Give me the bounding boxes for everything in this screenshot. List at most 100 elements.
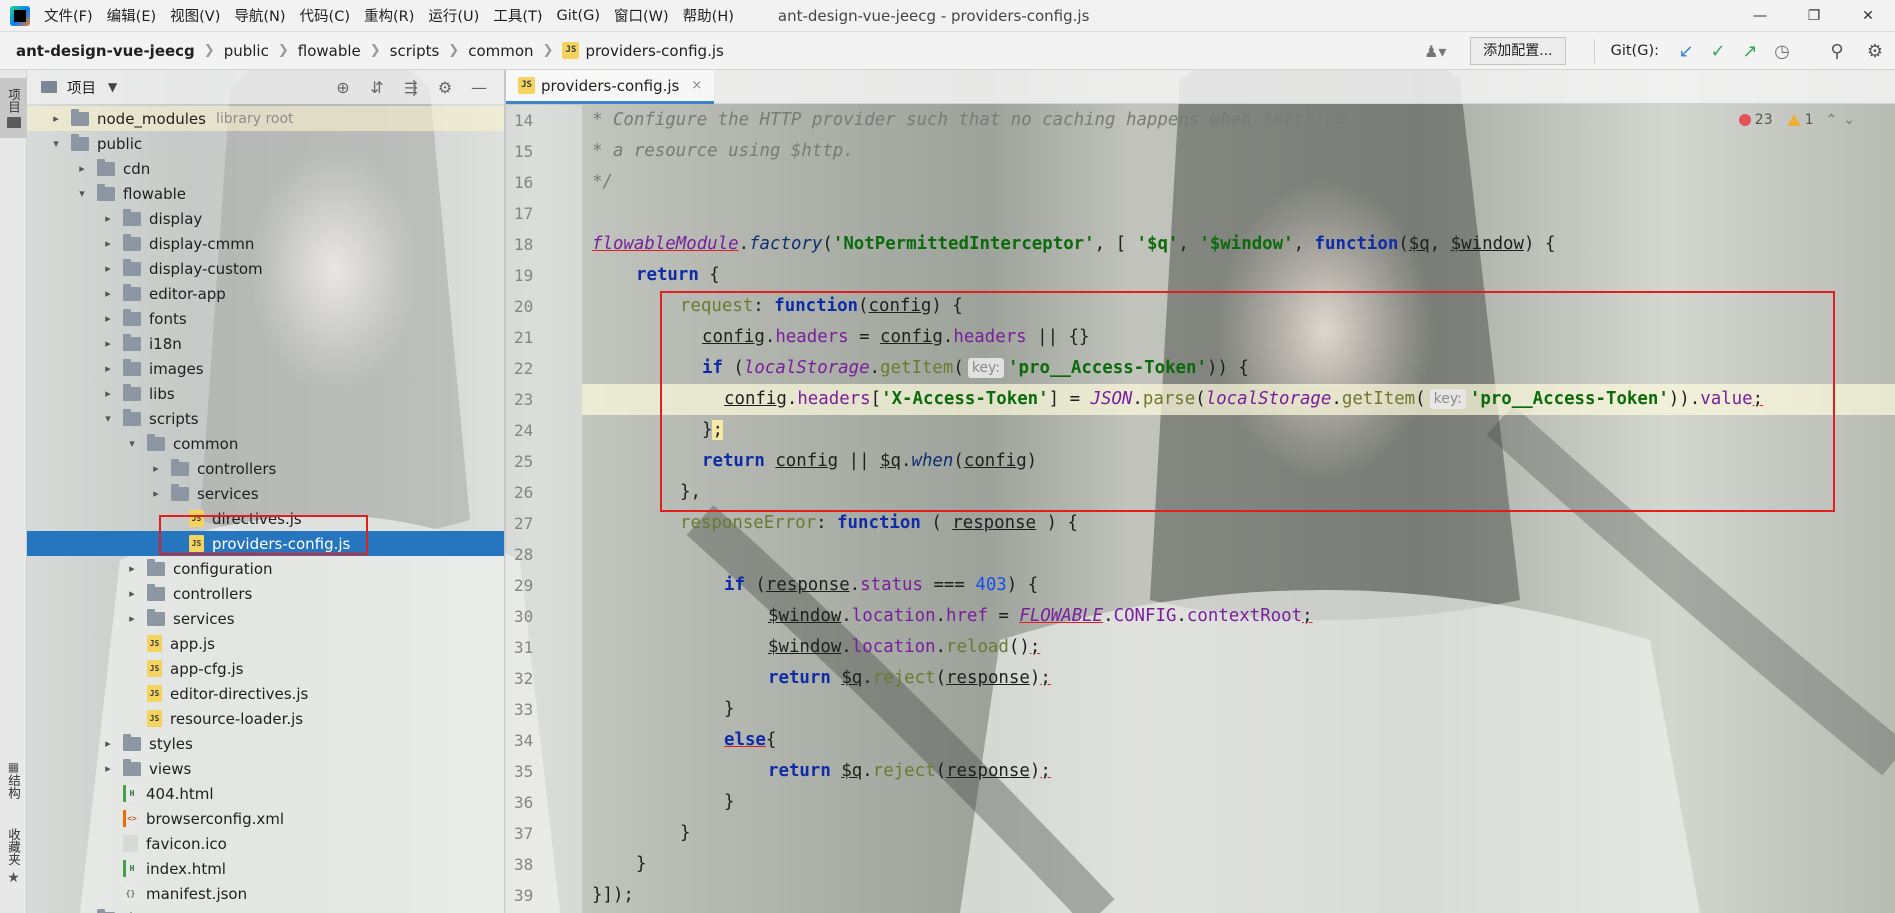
tree-item[interactable]: ▸ti...: [27, 906, 504, 913]
menu-code[interactable]: 代码(C): [300, 5, 350, 26]
tree-item[interactable]: ▸ fonts: [27, 306, 504, 331]
chevron-down-icon[interactable]: ▾: [125, 437, 139, 450]
tree-item[interactable]: ▾ scripts: [27, 406, 504, 431]
chevron-down-icon[interactable]: ⌄: [1843, 112, 1855, 128]
menu-file[interactable]: 文件(F): [44, 5, 93, 26]
breadcrumb-scripts[interactable]: scripts: [390, 42, 440, 60]
git-push-icon[interactable]: ↗: [1735, 37, 1765, 65]
tree-item[interactable]: ▸ views: [27, 756, 504, 781]
breadcrumb-file[interactable]: JS providers-config.js: [562, 42, 724, 60]
chevron-right-icon[interactable]: ▸: [49, 112, 63, 125]
expand-all-icon[interactable]: ⇵: [360, 72, 394, 102]
menu-run[interactable]: 运行(U): [428, 5, 479, 26]
inspection-widget[interactable]: 23 1 ⌃ ⌄: [1738, 112, 1855, 128]
locate-file-icon[interactable]: ⊕: [326, 72, 360, 102]
collapse-all-icon[interactable]: ⇶: [394, 72, 428, 102]
project-panel-title[interactable]: 项目: [67, 77, 96, 98]
chevron-right-icon[interactable]: ▸: [101, 362, 115, 375]
code-token: return: [702, 451, 765, 471]
restore-button[interactable]: ❐: [1787, 0, 1841, 32]
tree-item[interactable]: ▸ configuration: [27, 556, 504, 581]
tree-item[interactable]: ▸JSproviders-config.js: [27, 531, 504, 556]
code-editor[interactable]: * Configure the HTTP provider such that …: [582, 105, 1895, 913]
chevron-right-icon[interactable]: ▸: [125, 562, 139, 575]
hide-panel-icon[interactable]: —: [462, 72, 496, 102]
tree-item[interactable]: ▸favicon.ico: [27, 831, 504, 856]
tree-item[interactable]: ▸JSdirectives.js: [27, 506, 504, 531]
tree-item[interactable]: ▾ common: [27, 431, 504, 456]
chevron-right-icon[interactable]: ▸: [101, 237, 115, 250]
breadcrumb-common[interactable]: common: [468, 42, 533, 60]
menu-view[interactable]: 视图(V): [170, 5, 220, 26]
tree-item[interactable]: ▾ public: [27, 131, 504, 156]
chevron-down-icon[interactable]: ▾: [75, 187, 89, 200]
menu-window[interactable]: 窗口(W): [614, 5, 669, 26]
tree-item[interactable]: ▸ display: [27, 206, 504, 231]
tree-item[interactable]: ▾ flowable: [27, 181, 504, 206]
add-configuration-button[interactable]: 添加配置...: [1470, 37, 1566, 65]
chevron-right-icon[interactable]: ▸: [101, 287, 115, 300]
chevron-right-icon[interactable]: ▸: [101, 262, 115, 275]
chevron-right-icon[interactable]: ▸: [125, 587, 139, 600]
tree-item[interactable]: ▸ editor-app: [27, 281, 504, 306]
tree-item[interactable]: ▸ display-custom: [27, 256, 504, 281]
chevron-right-icon[interactable]: ▸: [101, 312, 115, 325]
tree-item[interactable]: ▸ services: [27, 606, 504, 631]
minimize-button[interactable]: —: [1733, 0, 1787, 32]
menu-edit[interactable]: 编辑(E): [107, 5, 156, 26]
tree-item[interactable]: ▸ controllers: [27, 456, 504, 481]
tree-item[interactable]: ▸JSapp.js: [27, 631, 504, 656]
chevron-down-icon[interactable]: ▾: [101, 412, 115, 425]
chevron-right-icon[interactable]: ▸: [101, 387, 115, 400]
favorites-tool-button[interactable]: 收藏夹 ★: [0, 828, 27, 886]
tree-item[interactable]: ▸ styles: [27, 731, 504, 756]
tree-item[interactable]: ▸JSeditor-directives.js: [27, 681, 504, 706]
chevron-right-icon[interactable]: ▸: [101, 337, 115, 350]
chevron-right-icon[interactable]: ▸: [149, 462, 163, 475]
tree-item[interactable]: ▸ libs: [27, 381, 504, 406]
chevron-right-icon[interactable]: ▸: [101, 212, 115, 225]
menu-help[interactable]: 帮助(H): [683, 5, 734, 26]
tree-item[interactable]: ▸Hindex.html: [27, 856, 504, 881]
tree-item[interactable]: ▸ images: [27, 356, 504, 381]
structure-tool-button[interactable]: ▦ 结构: [0, 760, 27, 799]
close-button[interactable]: ✕: [1841, 0, 1895, 32]
git-update-icon[interactable]: ↙: [1671, 37, 1701, 65]
settings-gear-icon[interactable]: ⚙: [1855, 37, 1895, 65]
chevron-right-icon[interactable]: ▸: [101, 762, 115, 775]
menu-navigate[interactable]: 导航(N): [234, 5, 285, 26]
project-tool-button[interactable]: 项目: [0, 78, 27, 138]
git-history-icon[interactable]: ◷: [1767, 37, 1797, 65]
tree-item[interactable]: ▸ services: [27, 481, 504, 506]
chevron-down-icon[interactable]: ▾: [49, 137, 63, 150]
chevron-right-icon[interactable]: ▸: [149, 487, 163, 500]
breadcrumb-flowable[interactable]: flowable: [298, 42, 361, 60]
menu-refactor[interactable]: 重构(R): [364, 5, 414, 26]
tree-item[interactable]: ▸ display-cmmn: [27, 231, 504, 256]
breadcrumb-project[interactable]: ant-design-vue-jeecg: [16, 42, 195, 60]
chevron-down-icon[interactable]: ▼: [108, 80, 117, 94]
menu-tools[interactable]: 工具(T): [493, 5, 542, 26]
chevron-up-icon[interactable]: ⌃: [1826, 112, 1838, 128]
tree-item[interactable]: ▸JSresource-loader.js: [27, 706, 504, 731]
search-icon[interactable]: ⚲: [1819, 37, 1855, 65]
close-tab-icon[interactable]: ×: [691, 78, 702, 93]
tree-item[interactable]: ▸{}manifest.json: [27, 881, 504, 906]
menu-git[interactable]: Git(G): [557, 8, 601, 24]
tree-item[interactable]: ▸ cdn: [27, 156, 504, 181]
gear-icon[interactable]: ⚙: [428, 72, 462, 102]
breadcrumb-public[interactable]: public: [224, 42, 269, 60]
code-token: responseError: [680, 513, 817, 533]
tree-item[interactable]: ▸JSapp-cfg.js: [27, 656, 504, 681]
tree-item[interactable]: ▸H404.html: [27, 781, 504, 806]
tree-item[interactable]: ▸<>browserconfig.xml: [27, 806, 504, 831]
chevron-right-icon[interactable]: ▸: [125, 612, 139, 625]
user-icon[interactable]: ♟▾: [1420, 39, 1450, 63]
tree-item[interactable]: ▸ node_modules library root: [27, 106, 504, 131]
tree-item[interactable]: ▸ controllers: [27, 581, 504, 606]
chevron-right-icon[interactable]: ▸: [75, 162, 89, 175]
tab-providers-config[interactable]: JS providers-config.js ×: [506, 70, 715, 104]
tree-item[interactable]: ▸ i18n: [27, 331, 504, 356]
chevron-right-icon[interactable]: ▸: [101, 737, 115, 750]
git-commit-icon[interactable]: ✓: [1703, 37, 1733, 65]
